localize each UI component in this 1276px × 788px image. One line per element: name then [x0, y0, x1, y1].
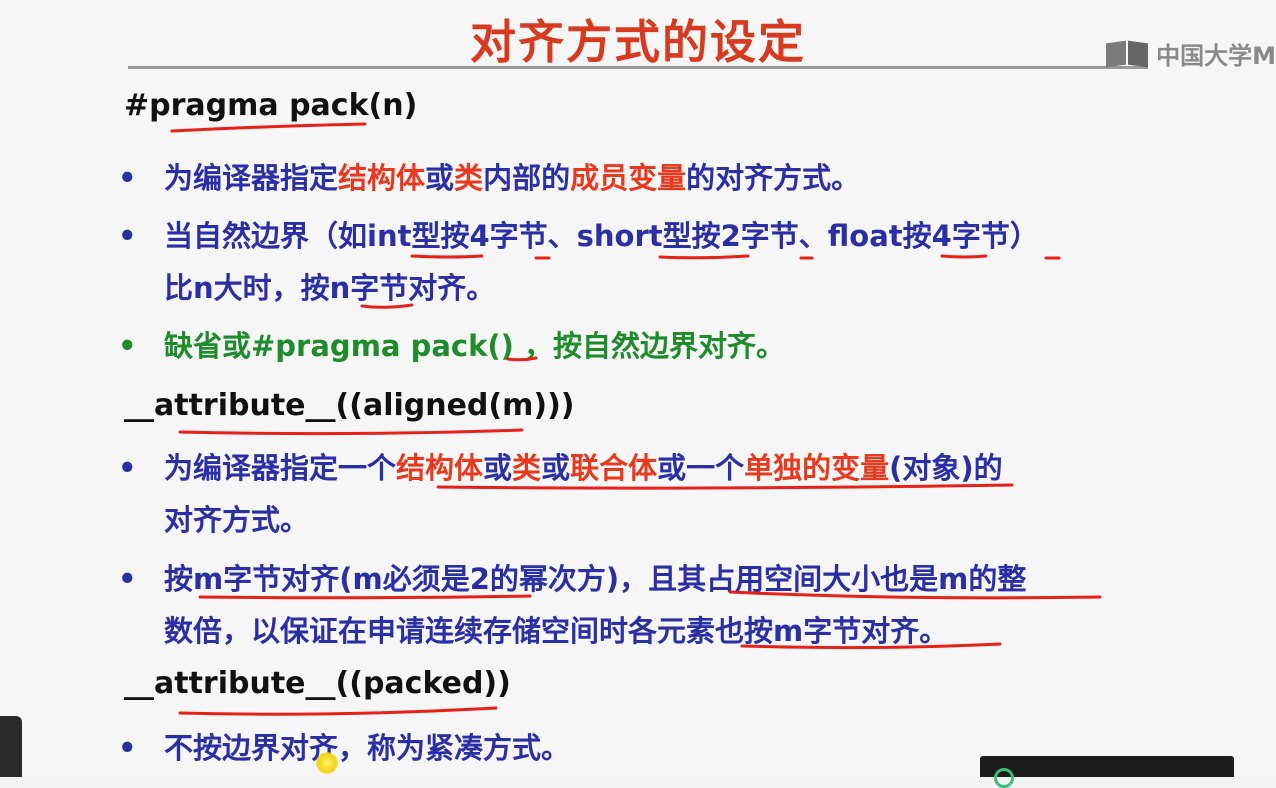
text-segment: 或	[425, 161, 455, 195]
overlay-panel	[980, 756, 1234, 788]
text-segment: 联合体	[570, 451, 658, 485]
text-segment: 或	[483, 451, 513, 485]
section-heading-pragma-pack: #pragma pack(n)	[124, 88, 418, 123]
watermark: 中国大学M	[1106, 36, 1276, 70]
text-segment: 为编译器指定一个	[164, 451, 397, 485]
slide-title: 对齐方式的设定	[470, 15, 806, 69]
text-segment: 比n大时，按n字节对齐。	[164, 271, 496, 305]
book-logo-icon	[1106, 40, 1152, 68]
bullet-dot: •	[118, 329, 137, 363]
section-heading-packed: __attribute__((packed))	[124, 666, 511, 701]
text-segment: 按m字节对齐(m必须是2的幂次方)，且其占用空间大小也是m的整	[164, 562, 1027, 596]
location-icon	[994, 768, 1014, 788]
text-segment: 的对齐方式。	[686, 161, 861, 195]
bullet-dot: •	[118, 562, 137, 596]
bullet-dot: •	[118, 731, 137, 765]
title-divider	[128, 66, 1148, 69]
section-heading-aligned: __attribute__((aligned(m)))	[124, 388, 575, 423]
text-segment: 缺省或#pragma pack() ，按自然边界对齐。	[164, 329, 785, 363]
text-segment: 成员变量	[570, 161, 687, 195]
text-segment: 数倍，以保证在申请连续存储空间时各元素也按m字节对齐。	[164, 614, 949, 648]
overlay-corner	[0, 716, 22, 777]
text-segment: 不按边界对齐，称为紧凑方式。	[164, 731, 571, 765]
bullet-item: • 为编译器指定一个结构体或类或联合体或一个单独的变量(对象)的 对齐方式。	[118, 442, 1198, 546]
bullet-item: • 当自然边界（如int型按4字节、short型按2字节、float按4字节） 比…	[118, 210, 1198, 314]
text-segment: 为编译器指定	[164, 161, 339, 195]
bullet-text: 为编译器指定一个结构体或类或联合体或一个单独的变量(对象)的 对齐方式。	[118, 442, 1198, 546]
bullet-text: 按m字节对齐(m必须是2的幂次方)，且其占用空间大小也是m的整 数倍，以保证在申请…	[118, 553, 1198, 657]
text-segment: 对齐方式。	[164, 503, 310, 537]
text-segment: 类	[454, 161, 484, 195]
bullet-dot: •	[118, 161, 137, 195]
watermark-text: 中国大学M	[1156, 41, 1276, 70]
text-segment: 单独的变量	[744, 451, 890, 485]
bullet-item: • 为编译器指定结构体或类内部的成员变量的对齐方式。	[118, 152, 1198, 204]
underline-stroke	[178, 428, 524, 436]
text-segment: 或一个	[657, 451, 745, 485]
bullet-item: • 缺省或#pragma pack() ，按自然边界对齐。	[118, 320, 1198, 372]
bullet-text: 当自然边界（如int型按4字节、short型按2字节、float按4字节） 比n大…	[118, 210, 1198, 314]
underline-stroke	[170, 122, 367, 133]
text-segment: 或	[541, 451, 571, 485]
bullet-dot: •	[118, 451, 137, 485]
text-segment: 内部的	[483, 161, 571, 195]
bullet-item: • 按m字节对齐(m必须是2的幂次方)，且其占用空间大小也是m的整 数倍，以保证在…	[118, 553, 1198, 657]
text-segment: 结构体	[396, 451, 484, 485]
bullet-text: 为编译器指定结构体或类内部的成员变量的对齐方式。	[118, 152, 1198, 204]
cursor-highlight-icon	[316, 752, 338, 774]
text-segment: 当自然边界（如int型按4字节、short型按2字节、float按4字节）	[164, 219, 1039, 253]
text-segment: 类	[512, 451, 542, 485]
text-segment: 结构体	[338, 161, 426, 195]
underline-stroke	[178, 706, 498, 716]
slide: 对齐方式的设定 中国大学M #pragma pack(n) • 为编译器指定结构…	[0, 0, 1276, 777]
bullet-text: 缺省或#pragma pack() ，按自然边界对齐。	[118, 320, 1198, 372]
bullet-dot: •	[118, 219, 137, 253]
text-segment: (对象)的	[889, 451, 1003, 485]
